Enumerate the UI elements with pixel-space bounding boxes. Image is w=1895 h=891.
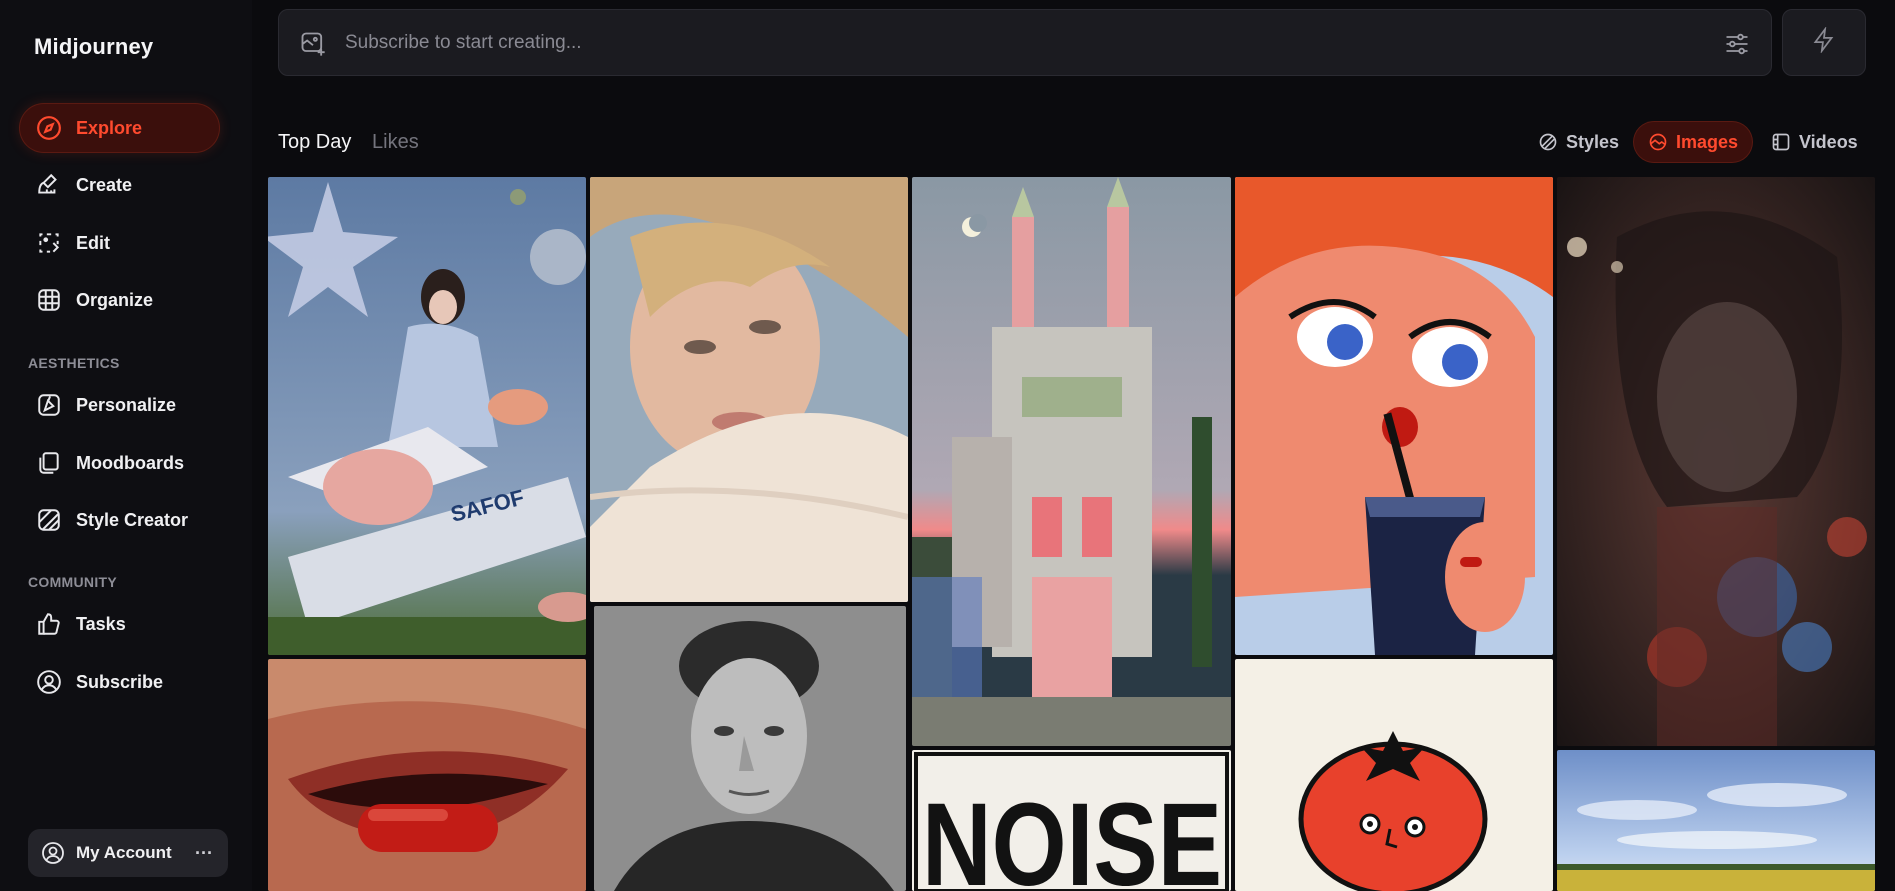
gallery-tile-cartoon-girl-drink[interactable]: [1235, 177, 1553, 655]
account-label: My Account: [76, 843, 172, 862]
filter-videos[interactable]: Videos: [1757, 122, 1872, 162]
image-icon: [1648, 132, 1668, 152]
user-circle-icon: [40, 840, 66, 866]
sidebar-item-subscribe[interactable]: Subscribe: [20, 658, 219, 706]
video-icon: [1771, 132, 1791, 152]
section-label-aesthetics: AESTHETICS: [28, 355, 120, 371]
compass-icon: [36, 115, 62, 141]
sidebar-item-style-creator[interactable]: Style Creator: [20, 496, 219, 544]
my-account-button[interactable]: My Account ···: [28, 829, 228, 877]
sidebar-item-explore[interactable]: Explore: [20, 104, 219, 152]
sidebar-item-moodboards[interactable]: Moodboards: [20, 439, 219, 487]
tab-top-day[interactable]: Top Day: [278, 131, 351, 154]
sidebar-item-label: Organize: [76, 289, 154, 310]
gallery-tile-space-fish-girl[interactable]: SAFOF: [268, 177, 586, 655]
filter-images[interactable]: Images: [1634, 122, 1753, 162]
sidebar-item-label: Style Creator: [76, 509, 189, 530]
gallery-tile-sky-field[interactable]: [1557, 750, 1875, 891]
thumbs-up-icon: [36, 611, 62, 637]
sidebar-item-label: Create: [76, 174, 133, 195]
sidebar-item-tasks[interactable]: Tasks: [20, 600, 219, 648]
lightning-icon: [1811, 26, 1837, 58]
filter-label: Styles: [1566, 131, 1620, 152]
sidebar-item-organize[interactable]: Organize: [20, 276, 219, 324]
sidebar-item-label: Personalize: [76, 394, 177, 415]
app-logo[interactable]: Midjourney: [34, 34, 153, 60]
sidebar-item-personalize[interactable]: Personalize: [20, 381, 219, 429]
sidebar-item-label: Moodboards: [76, 452, 184, 473]
grid-icon: [36, 287, 62, 313]
sidebar-item-create[interactable]: Create: [20, 161, 219, 209]
sidebar-item-label: Subscribe: [76, 671, 164, 692]
settings-sliders-icon[interactable]: [1723, 30, 1751, 58]
filter-styles[interactable]: Styles: [1524, 122, 1633, 162]
edit-frame-icon: [36, 230, 62, 256]
filter-label: Videos: [1799, 131, 1858, 152]
gallery-tile-noise-poster[interactable]: NOISE: [912, 750, 1231, 891]
gallery-tile-tomato-character[interactable]: [1235, 659, 1553, 891]
more-options-icon[interactable]: ···: [192, 841, 216, 865]
prompt-bar: [278, 9, 1772, 76]
gallery-tile-dark-sparkle-woman[interactable]: [1557, 177, 1875, 746]
gallery-tile-bw-man-portrait[interactable]: [594, 606, 906, 891]
gallery-tile-blonde-portrait[interactable]: [590, 177, 908, 602]
moodboard-icon: [36, 450, 62, 476]
brush-icon: [36, 172, 62, 198]
sidebar-item-edit[interactable]: Edit: [20, 219, 219, 267]
tab-likes[interactable]: Likes: [372, 131, 419, 154]
sidebar-item-label: Edit: [76, 232, 110, 253]
filter-label: Images: [1676, 131, 1739, 152]
speed-toggle-button[interactable]: [1782, 9, 1866, 76]
sidebar-item-label: Tasks: [76, 613, 126, 634]
user-circle-icon: [36, 669, 62, 695]
style-creator-icon: [36, 507, 62, 533]
personalize-icon: [36, 392, 62, 418]
gallery-tile-red-lips-pill[interactable]: [268, 659, 586, 891]
section-label-community: COMMUNITY: [28, 574, 118, 590]
styles-icon: [1538, 132, 1558, 152]
add-image-icon[interactable]: [299, 30, 327, 58]
gallery-tile-pink-castle[interactable]: [912, 177, 1231, 746]
noise-text: NOISE: [922, 779, 1222, 891]
prompt-input[interactable]: [345, 24, 1645, 62]
sidebar: Midjourney Explore Create Edit Organize …: [0, 0, 252, 891]
sidebar-item-label: Explore: [76, 117, 143, 138]
